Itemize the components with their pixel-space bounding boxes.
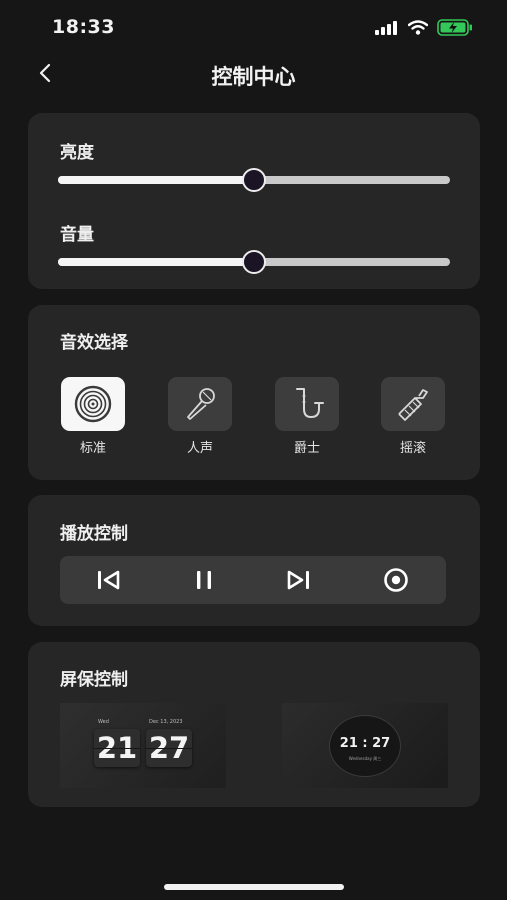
slider-fill	[58, 176, 254, 184]
effect-label: 爵士	[293, 441, 320, 456]
sound-effects-list: 标准 人声 爵士 摇滚	[60, 377, 448, 457]
effect-jazz[interactable]: 爵士	[274, 377, 340, 456]
next-icon	[287, 570, 309, 590]
volume-label: 音量	[60, 225, 94, 245]
microphone-icon	[168, 377, 232, 431]
effect-label: 摇滚	[399, 441, 426, 456]
screensaver-flip-clock[interactable]: Wed Dec 13, 2023 21 27	[60, 703, 226, 788]
effect-label: 标准	[79, 441, 106, 456]
previous-button[interactable]	[91, 564, 125, 596]
next-button[interactable]	[282, 564, 316, 596]
playback-bar	[60, 556, 446, 604]
battery-charging-icon	[437, 19, 473, 40]
brightness-slider[interactable]	[58, 168, 450, 192]
previous-icon	[98, 570, 120, 590]
screensaver-title: 屏保控制	[60, 670, 128, 690]
guitar-icon	[381, 377, 445, 431]
effect-rock[interactable]: 摇滚	[380, 377, 446, 456]
volume-slider[interactable]	[58, 250, 450, 274]
slider-thumb[interactable]	[242, 168, 266, 192]
playback-title: 播放控制	[60, 524, 128, 544]
wifi-icon	[407, 20, 429, 39]
saxophone-icon	[275, 377, 339, 431]
pause-button[interactable]	[187, 564, 221, 596]
cellular-signal-icon	[375, 20, 399, 39]
flip-clock-minute: 27	[146, 729, 192, 767]
effect-vocal[interactable]: 人声	[167, 377, 233, 456]
round-clock-subtitle: Wednesday 周三	[348, 756, 382, 761]
sound-effects-title: 音效选择	[60, 333, 128, 353]
status-icons	[375, 19, 473, 40]
status-bar: 18:33	[0, 0, 507, 56]
vinyl-record-icon	[61, 377, 125, 431]
brightness-label: 亮度	[60, 143, 94, 163]
pause-icon	[197, 571, 211, 589]
record-button[interactable]	[379, 564, 413, 596]
record-icon	[384, 568, 408, 592]
home-indicator	[164, 884, 344, 890]
round-clock-time: 21 : 27	[339, 736, 391, 751]
round-clock-face: 21 : 27 Wednesday 周三	[329, 715, 401, 777]
nav-bar: 控制中心	[0, 56, 507, 96]
screensaver-round-clock[interactable]: 21 : 27 Wednesday 周三	[282, 703, 448, 788]
flip-clock-date: Dec 13, 2023	[149, 719, 183, 725]
effect-standard[interactable]: 标准	[60, 377, 126, 456]
playback-card: 播放控制	[28, 495, 480, 626]
slider-thumb[interactable]	[242, 250, 266, 274]
flip-clock-day: Wed	[98, 719, 109, 725]
sound-effects-card: 音效选择 标准 人声 爵士 摇滚	[28, 305, 480, 480]
effect-label: 人声	[186, 441, 213, 456]
screensaver-card: 屏保控制 Wed Dec 13, 2023 21 27 21 : 27 Wedn…	[28, 642, 480, 807]
flip-clock-hour: 21	[94, 729, 140, 767]
page-title: 控制中心	[211, 65, 296, 89]
slider-fill	[58, 258, 254, 266]
brightness-volume-card: 亮度 音量	[28, 113, 480, 289]
status-time: 18:33	[52, 16, 115, 38]
